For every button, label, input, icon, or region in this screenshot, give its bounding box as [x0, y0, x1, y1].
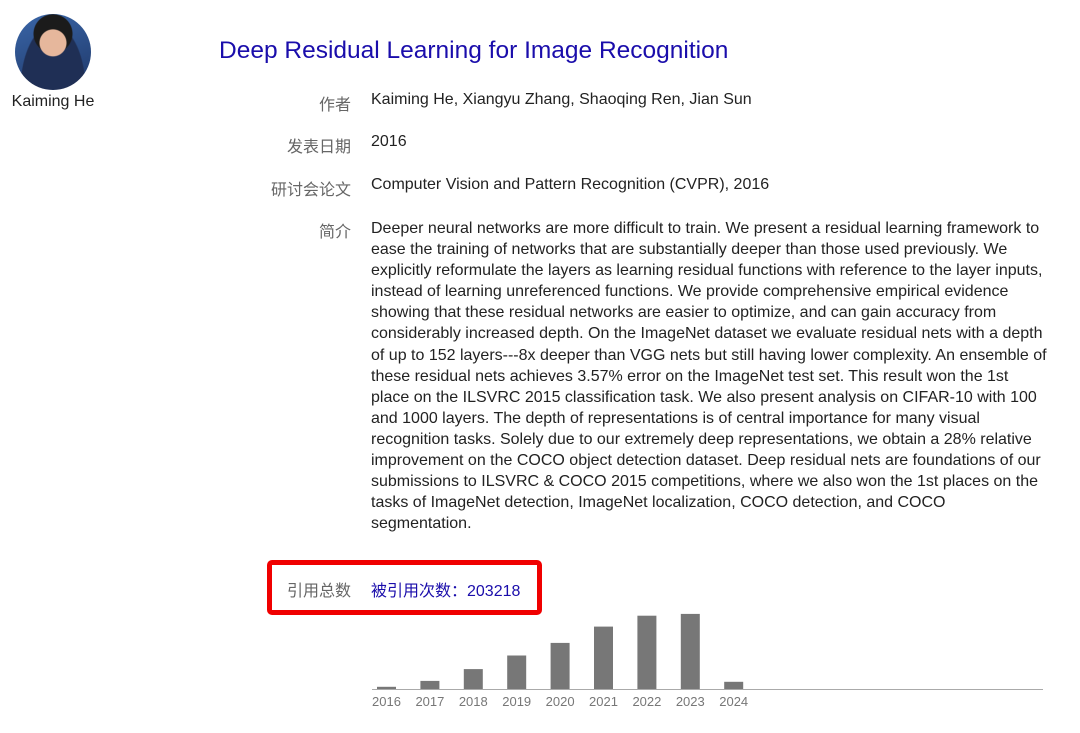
bar-2021[interactable]	[594, 626, 613, 689]
bar-2022[interactable]	[637, 615, 657, 689]
x-tick-2019: 2019	[502, 694, 531, 709]
bar-2019[interactable]	[507, 655, 527, 690]
bar-2024[interactable]	[724, 681, 744, 689]
x-tick-2021: 2021	[589, 694, 618, 709]
x-tick-2020: 2020	[546, 694, 575, 709]
conference-label: 研讨会论文	[270, 182, 351, 199]
x-tick-2022: 2022	[632, 694, 661, 709]
bar-2018[interactable]	[463, 669, 483, 689]
citations-per-year-chart: 2016 2017 2018 2019 2020 2021 2022 2023 2024	[372, 613, 1043, 709]
publication-date-label: 发表日期	[286, 139, 351, 156]
x-tick-2023: 2023	[676, 694, 705, 709]
author-card[interactable]: Kaiming He	[0, 14, 106, 111]
authors-value: Kaiming He, Xiangyu Zhang, Shaoqing Ren,…	[371, 91, 752, 108]
authors-label: 作者	[318, 97, 351, 114]
x-tick-2016: 2016	[372, 694, 401, 709]
bar-2020[interactable]	[550, 642, 570, 689]
x-tick-2024: 2024	[719, 694, 748, 709]
avatar[interactable]	[15, 14, 91, 90]
conference-value: Computer Vision and Pattern Recognition …	[371, 176, 770, 193]
publication-date-value: 2016	[371, 133, 407, 150]
bar-2023[interactable]	[680, 613, 700, 689]
bar-2017[interactable]	[420, 680, 440, 689]
x-tick-2017: 2017	[415, 694, 444, 709]
x-tick-2018: 2018	[459, 694, 488, 709]
abstract-label: 简介	[318, 224, 351, 241]
author-name[interactable]: Kaiming He	[0, 93, 106, 111]
bar-2016[interactable]	[377, 686, 396, 689]
paper-title[interactable]: Deep Residual Learning for Image Recogni…	[219, 37, 728, 65]
abstract-text: Deeper neural networks are more difficul…	[371, 220, 1047, 533]
